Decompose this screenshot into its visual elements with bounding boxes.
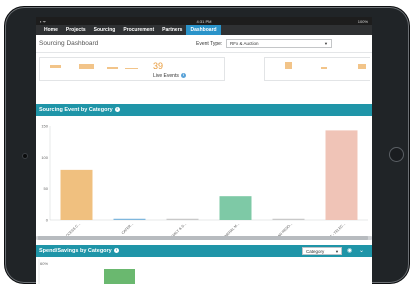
- category-select-value: Category: [306, 249, 325, 254]
- nav-sourcing[interactable]: Sourcing: [90, 25, 120, 35]
- x-tick-label: FAMILY & S...: [169, 222, 188, 236]
- screen: ▪ ᯤ 4:31 PM 100% Home Projects Sourcing …: [36, 17, 372, 284]
- chart-bar[interactable]: [272, 218, 305, 220]
- main-nav: Home Projects Sourcing Procurement Partn…: [36, 25, 372, 35]
- kpi-card-live-events[interactable]: 39 Live Events i: [39, 57, 225, 81]
- kpi-sparkbar: [285, 62, 292, 69]
- spend-chart-header: Spend/Savings by Category i Category ▼ ◉ …: [36, 245, 372, 257]
- home-button[interactable]: [389, 147, 404, 162]
- live-events-count: 39: [153, 61, 164, 71]
- x-tick-label: CATER...: [121, 222, 134, 235]
- battery-level: 100%: [357, 19, 368, 24]
- info-icon[interactable]: i: [113, 248, 119, 254]
- spend-y-tick: 60%: [40, 261, 48, 266]
- scrollbar-thumb[interactable]: [38, 236, 368, 240]
- info-icon[interactable]: i: [180, 73, 186, 79]
- kpi-sparkbar: [107, 67, 118, 69]
- kpi-sparkbar: [50, 65, 61, 68]
- spend-chart-svg: 60%: [38, 259, 135, 284]
- chart-bar[interactable]: [60, 169, 93, 220]
- event-type-label: Event Type:: [196, 41, 223, 47]
- spend-bar[interactable]: [104, 269, 135, 284]
- y-tick-label: 150: [41, 124, 48, 129]
- nav-projects[interactable]: Projects: [62, 25, 90, 35]
- chart-bar[interactable]: [219, 196, 252, 220]
- sourcing-chart-title: Sourcing Event by Category i: [39, 107, 120, 113]
- spend-chart: 60%: [36, 259, 372, 284]
- chevron-down-icon: ▼: [324, 41, 328, 46]
- signal-icon: ▪ ᯤ: [40, 19, 47, 24]
- bar-chart-svg: 0 50 100 150 ACCESS C... CATER... FAMILY & S..…: [41, 124, 368, 244]
- status-time: 4:31 PM: [196, 19, 212, 24]
- chart-bar[interactable]: [166, 218, 199, 220]
- kpi-sparkbar: [321, 67, 327, 69]
- nav-home[interactable]: Home: [40, 25, 62, 35]
- nav-dashboard[interactable]: Dashboard: [186, 25, 221, 35]
- camera-icon: [22, 153, 28, 159]
- x-tick-label: HUMAN RESO...: [271, 222, 293, 236]
- chevron-down-icon: ▼: [335, 249, 339, 254]
- event-type-value: RFx & Auction: [230, 41, 259, 46]
- info-icon[interactable]: i: [114, 107, 120, 113]
- live-events-label: Live Events i: [153, 73, 186, 79]
- kpi-sparkbar: [358, 64, 366, 69]
- kpi-row: 39 Live Events i: [36, 53, 372, 84]
- kpi-sparkbar: [79, 64, 94, 69]
- spend-chart-title-text: Spend/Savings by Category: [39, 248, 112, 254]
- nav-procurement[interactable]: Procurement: [119, 25, 158, 35]
- x-tick-label: IT - TELEC...: [329, 222, 347, 236]
- kpi-card-secondary[interactable]: [264, 57, 370, 81]
- chart-bar[interactable]: [113, 218, 146, 220]
- y-tick-label: 100: [41, 155, 48, 160]
- sourcing-chart-title-text: Sourcing Event by Category: [39, 107, 113, 113]
- y-tick-label: 50: [44, 186, 49, 191]
- eye-icon[interactable]: ◉: [347, 247, 352, 254]
- spend-chart-title: Spend/Savings by Category i: [39, 248, 119, 254]
- sourcing-bar-chart: 0 50 100 150 ACCESS C... CATER... FAMILY & S..…: [36, 116, 372, 244]
- nav-partners[interactable]: Partners: [158, 25, 186, 35]
- page-header: Sourcing Dashboard Event Type: RFx & Auc…: [36, 35, 372, 53]
- status-bar: ▪ ᯤ 4:31 PM 100%: [36, 17, 372, 25]
- x-tick-label: GENERAL M...: [220, 222, 240, 236]
- chart-bar[interactable]: [325, 130, 358, 220]
- page-title: Sourcing Dashboard: [39, 40, 99, 47]
- y-tick-label: 0: [46, 218, 49, 223]
- event-type-select[interactable]: RFx & Auction ▼: [226, 39, 332, 48]
- chart-scrollbar[interactable]: [36, 236, 372, 240]
- chevron-down-icon[interactable]: ⌄: [359, 247, 364, 254]
- sourcing-chart-header: Sourcing Event by Category i: [36, 104, 372, 116]
- x-tick-label: ACCESS C...: [63, 222, 81, 236]
- kpi-sparkbar: [125, 68, 138, 69]
- spend-category-select[interactable]: Category ▼: [302, 247, 342, 255]
- live-events-text: Live Events: [153, 73, 179, 79]
